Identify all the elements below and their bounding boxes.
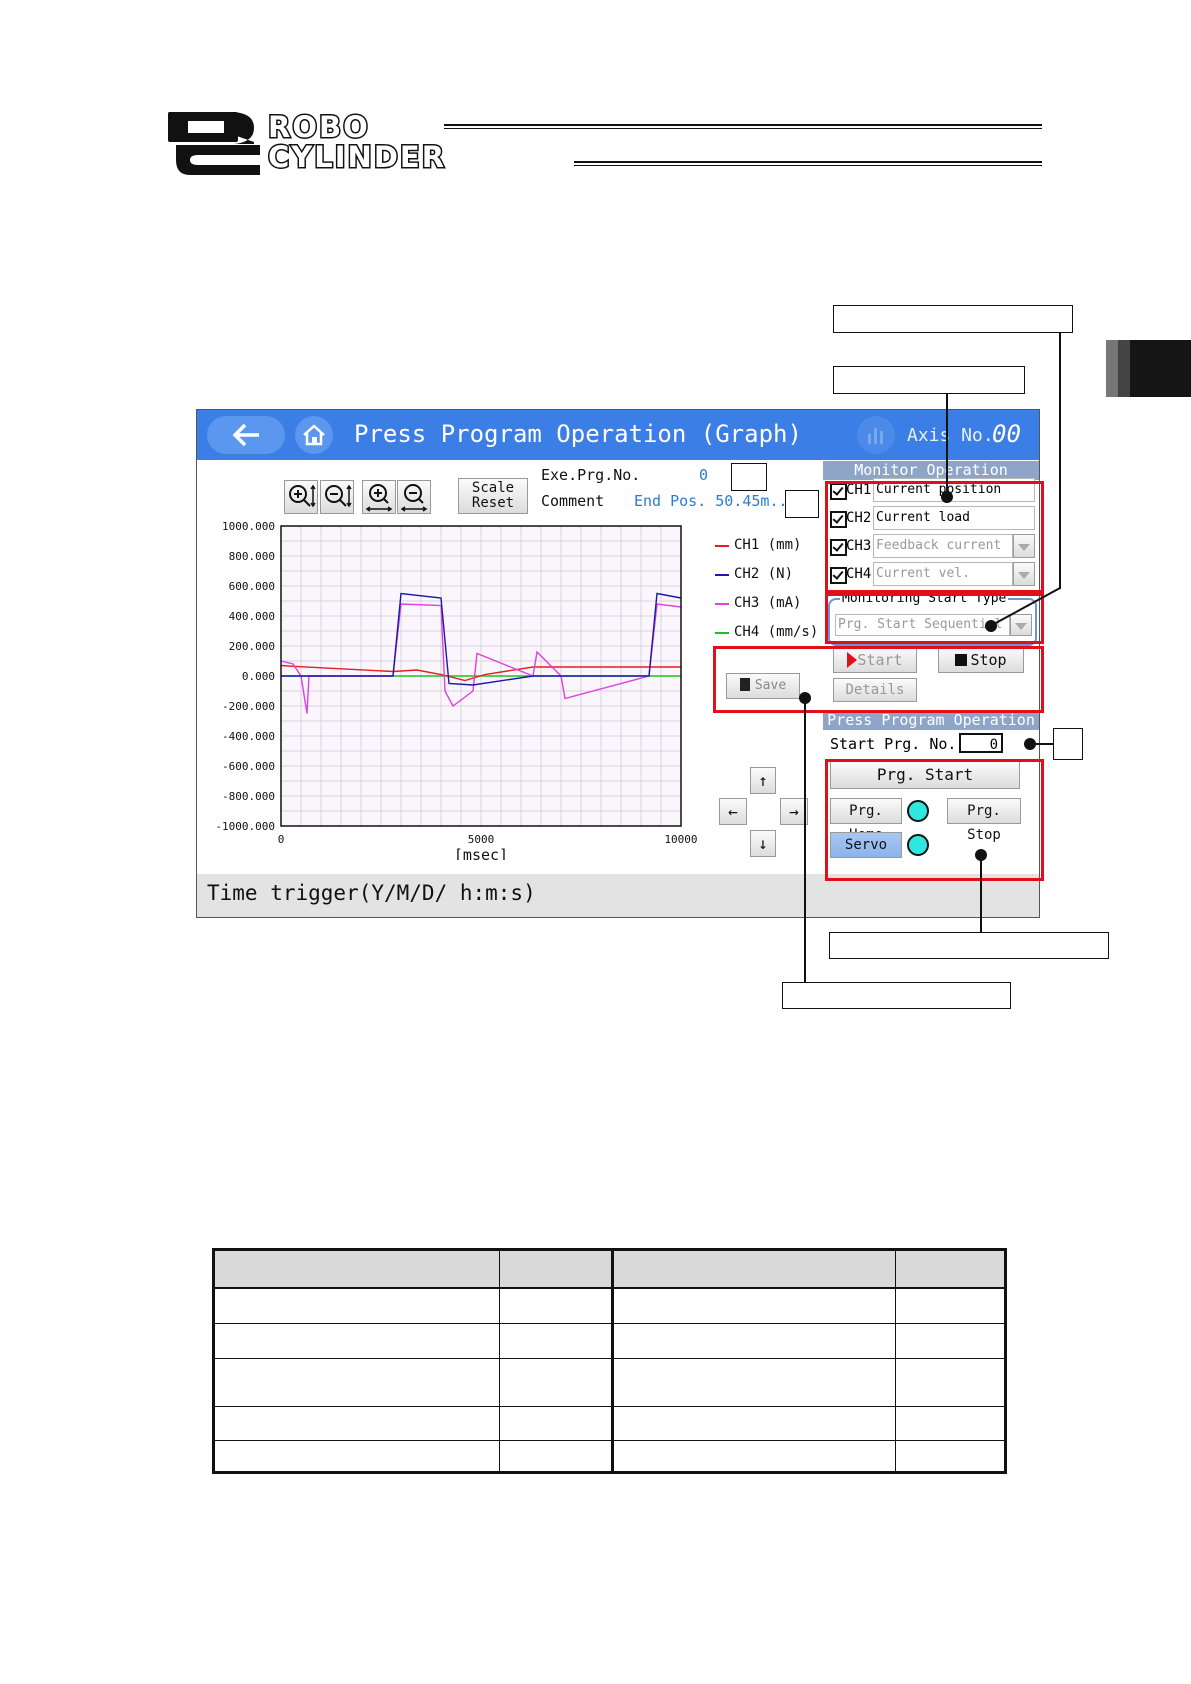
arrow-right-icon: → (789, 802, 799, 821)
table-row-divider (215, 1358, 1004, 1359)
legend-label-ch3: CH3 (mA) (734, 595, 802, 611)
x-tick-label: 10000 (664, 833, 697, 846)
callout-box-monitoring-start-type (833, 305, 1073, 333)
leader-dot-starttype (985, 620, 997, 632)
zoom-in-x-button[interactable] (362, 480, 396, 514)
marker-box-start-prg (1053, 728, 1083, 760)
legend-swatch-ch1 (715, 545, 729, 547)
axis-value: 00 (992, 420, 1021, 448)
scroll-left-button[interactable]: ← (719, 798, 747, 825)
y-tick-label: -600.000 (222, 760, 275, 773)
highlight-press-program-buttons (825, 759, 1044, 881)
y-tick-label: 400.000 (229, 610, 275, 623)
zoom-out-x-icon (400, 484, 428, 512)
y-tick-label: -1000.000 (215, 820, 275, 833)
rc-logo-icon (168, 112, 260, 175)
axis-label: Axis No. (907, 425, 994, 446)
comment-label: Comment (541, 492, 605, 510)
callout-box-save-start-stop (782, 982, 1011, 1009)
y-tick-label: 200.000 (229, 640, 275, 653)
marker-box-exe-prg (731, 463, 767, 491)
scroll-down-button[interactable]: ↓ (750, 830, 776, 857)
callout-box-press-operation (829, 932, 1109, 959)
zoom-out-x-button[interactable] (397, 480, 431, 514)
header-rule-top-1 (444, 124, 1042, 126)
arrow-left-icon: ← (728, 802, 738, 821)
table-row-divider (215, 1323, 1004, 1324)
monitor-chart: 1000.000 800.000 600.000 400.000 200.000 0.00… (215, 520, 697, 860)
title-bar: Press Program Operation (Graph) Axis No.… (197, 410, 1039, 460)
marker-box-comment (785, 490, 819, 518)
header-rule-bottom-1 (574, 161, 1042, 163)
arrow-up-icon: ↑ (758, 771, 768, 790)
time-trigger-text: Time trigger(Y/M/D/ h:m:s) (207, 881, 536, 905)
arrow-left-icon (232, 423, 259, 447)
exe-prg-label: Exe.Prg.No. (541, 466, 641, 484)
zoom-out-y-button[interactable] (320, 480, 354, 514)
y-tick-label: 0.000 (242, 670, 275, 683)
home-button[interactable] (295, 416, 333, 454)
leader-starttype-diagonal (993, 587, 1061, 625)
legend-label-ch2: CH2 (N) (734, 566, 794, 582)
screen-title: Press Program Operation (Graph) (354, 420, 802, 448)
x-axis-label: [msec] (454, 846, 508, 860)
y-tick-label: -800.000 (222, 790, 275, 803)
header-rule-top-2 (444, 128, 1042, 129)
comment-value: End Pos. 50.45m... (634, 492, 797, 510)
zoom-in-x-icon (365, 484, 393, 512)
exe-prg-value: 0 (699, 466, 709, 484)
legend-label-ch4: CH4 (mm/s) (734, 624, 819, 640)
highlight-save-start-stop (713, 646, 1044, 713)
start-prg-label: Start Prg. No. (830, 735, 957, 753)
x-tick-label: 0 (278, 833, 285, 846)
arrow-down-icon: ↓ (758, 834, 768, 853)
y-tick-label: -400.000 (222, 730, 275, 743)
bar-chart-icon (868, 428, 883, 444)
legend-swatch-ch2 (715, 574, 729, 576)
legend-label-ch1: CH1 (mm) (734, 537, 802, 553)
logo-robo-text: ROBO (267, 110, 370, 144)
callout-box-monitor-channels (833, 366, 1025, 394)
x-tick-label: 5000 (468, 833, 495, 846)
leader-start-prg-horizontal (1034, 743, 1054, 745)
y-tick-label: 600.000 (229, 580, 275, 593)
zoom-in-y-button[interactable] (284, 480, 318, 514)
start-prg-input[interactable]: 0 (959, 733, 1003, 753)
parameter-table (212, 1248, 1007, 1474)
leader-starttype-vertical (1059, 333, 1061, 589)
table-row-divider (215, 1440, 1004, 1441)
back-button[interactable] (207, 416, 285, 454)
legend-swatch-ch3 (715, 603, 729, 605)
table-header-divider (215, 1287, 1004, 1289)
table-col-divider (611, 1251, 614, 1471)
y-tick-label: -200.000 (222, 700, 275, 713)
leader-dot-channel (941, 491, 953, 503)
logo-cylinder-text: CYLINDER (266, 140, 447, 174)
home-icon (303, 424, 325, 446)
leader-press-operation-vertical (980, 856, 982, 932)
scale-reset-line1: Scale (471, 480, 515, 496)
y-tick-label: 800.000 (229, 550, 275, 563)
leader-save-vertical (804, 700, 806, 982)
y-tick-label: 1000.000 (222, 520, 275, 533)
scale-reset-line2: Reset (471, 495, 515, 511)
legend-swatch-ch4 (715, 632, 729, 634)
zoom-in-y-icon (289, 484, 316, 508)
leader-channel-vertical (946, 394, 948, 496)
zoom-out-y-icon (325, 484, 352, 508)
scale-reset-button[interactable]: Scale Reset (458, 478, 528, 514)
highlight-channel-select (825, 481, 1044, 593)
chapter-tab (1106, 340, 1191, 397)
graph-button[interactable] (857, 416, 895, 454)
header-rule-bottom-2 (574, 165, 1042, 166)
scroll-up-button[interactable]: ↑ (750, 767, 776, 794)
table-col-divider (895, 1251, 896, 1471)
table-row-divider (215, 1406, 1004, 1407)
press-program-operation-header: Press Program Operation (823, 711, 1039, 730)
table-header-row (215, 1251, 1004, 1287)
table-col-divider (499, 1251, 500, 1471)
